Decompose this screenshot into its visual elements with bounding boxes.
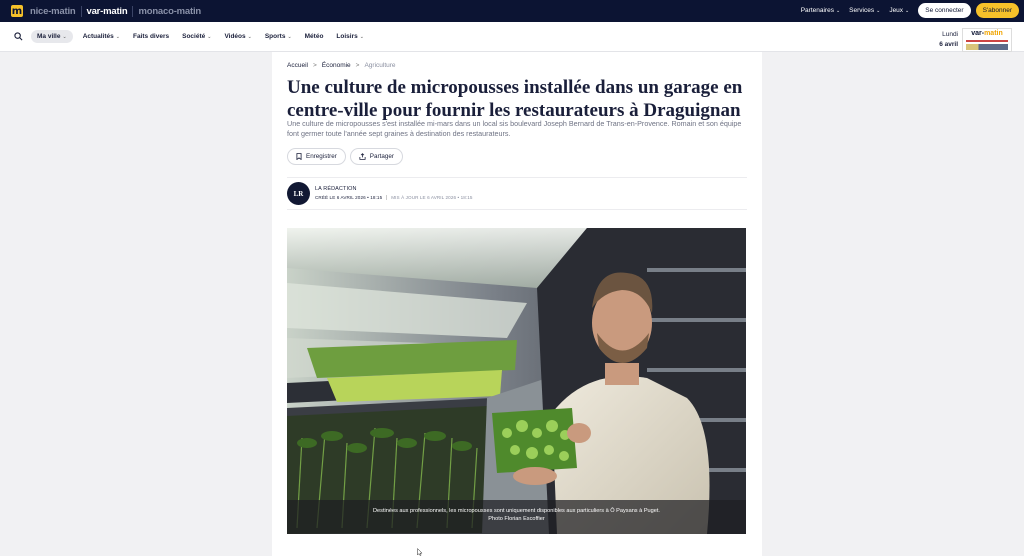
chevron-down-icon: ⌄ [247, 33, 252, 40]
breadcrumb: Accueil > Économie > Agriculture [287, 62, 396, 69]
caption-text: Destinées aux professionnels, les microp… [373, 508, 660, 514]
chevron-down-icon: ⌄ [207, 33, 212, 40]
breadcrumb-economie[interactable]: Économie [322, 62, 351, 69]
photo-caption: Destinées aux professionnels, les microp… [287, 500, 746, 534]
brand-divider [132, 5, 134, 17]
brand-divider [80, 5, 82, 17]
nav-item-loisirs[interactable]: Loisirs ⌄ [336, 33, 364, 40]
paper-headline-bar [966, 40, 1008, 42]
paper-masthead: var-matin [963, 29, 1011, 38]
nav-item-faits-divers[interactable]: Faits divers [133, 33, 169, 40]
subscribe-button[interactable]: S'abonner [975, 3, 1019, 18]
created-date: CRÉÉ LE 6 AVRIL 2026 • 18:15 [315, 195, 383, 200]
paper-image-strip [966, 44, 1008, 50]
nav-item-ma-ville[interactable]: Ma ville ⌄ [31, 30, 73, 43]
article-lede: Une culture de micropousses s'est instal… [287, 119, 742, 138]
newspaper-edition-thumbnail[interactable]: var-matin [962, 28, 1012, 52]
services-menu[interactable]: Services ⌄ [849, 7, 880, 14]
article-container: Accueil > Économie > Agriculture Une cul… [272, 52, 762, 556]
article-photo[interactable]: Destinées aux professionnels, les microp… [287, 228, 746, 534]
breadcrumb-home[interactable]: Accueil [287, 62, 308, 69]
paper-masthead-b: matin [984, 30, 1003, 37]
main-nav: Ma ville ⌄ Actualités ⌄ Faits divers Socié… [0, 22, 1024, 52]
group-logo-icon[interactable]: m [11, 5, 23, 17]
games-menu[interactable]: Jeux ⌄ [889, 7, 909, 14]
nav-label: Actualités [82, 33, 114, 40]
mouse-cursor-icon [417, 548, 423, 556]
share-label: Partager [369, 153, 394, 160]
chevron-down-icon: ⌄ [835, 7, 841, 14]
article-actions: Enregistrer Partager [287, 148, 403, 165]
chevron-down-icon: ⌄ [115, 33, 120, 40]
share-icon [359, 153, 366, 160]
article-title: Une culture de micropousses installée da… [287, 77, 743, 121]
nav-item-sports[interactable]: Sports ⌄ [265, 33, 292, 40]
bookmark-icon [296, 153, 302, 160]
updated-date: MIS À JOUR LE 6 AVRIL 2026 • 18:15 [386, 195, 472, 200]
brand-monaco-matin[interactable]: monaco-matin [138, 6, 201, 17]
nav-label: Loisirs [336, 33, 358, 40]
author-meta: CRÉÉ LE 6 AVRIL 2026 • 18:15 MIS À JOUR … [315, 195, 473, 200]
nav-label: Société [182, 33, 206, 40]
divider [287, 209, 747, 210]
breadcrumb-separator: > [312, 62, 317, 69]
nav-label: Faits divers [132, 33, 170, 40]
chevron-down-icon: ⌄ [359, 33, 364, 40]
date-full: 6 avril [939, 41, 958, 48]
save-label: Enregistrer [306, 153, 337, 160]
brand-var-matin[interactable]: var-matin [87, 6, 128, 17]
nav-label: Vidéos [224, 33, 246, 40]
services-label: Services [849, 7, 875, 14]
partners-menu[interactable]: Partenaires ⌄ [801, 7, 840, 14]
date-day: Lundi [942, 31, 958, 38]
chevron-down-icon: ⌄ [905, 7, 910, 14]
nav-items: Ma ville ⌄ Actualités ⌄ Faits divers Socié… [31, 30, 377, 43]
top-bar: m nice-matin var-matin monaco-matin Part… [0, 0, 1024, 22]
top-actions: Partenaires ⌄ Services ⌄ Jeux ⌄ Se connecte… [801, 3, 1019, 18]
breadcrumb-separator: > [355, 62, 360, 69]
chevron-down-icon: ⌄ [287, 33, 292, 40]
chevron-down-icon: ⌄ [876, 7, 881, 14]
brand-nice-matin[interactable]: nice-matin [30, 6, 76, 17]
nav-item-actualites[interactable]: Actualités ⌄ [83, 33, 120, 40]
author-avatar[interactable]: LR [287, 182, 310, 205]
paper-masthead-a: var- [971, 30, 985, 37]
partners-label: Partenaires [800, 7, 834, 14]
chevron-down-icon: ⌄ [62, 33, 67, 40]
nav-item-societe[interactable]: Société ⌄ [182, 33, 211, 40]
nav-label: Ma ville [37, 33, 61, 40]
author-name[interactable]: LA RÉDACTION [315, 186, 357, 192]
share-button[interactable]: Partager [349, 148, 403, 165]
photo-illustration [287, 228, 746, 534]
photo-credit: Photo Florian Escoffier [488, 516, 545, 522]
brand-switcher: nice-matin var-matin monaco-matin [30, 5, 201, 17]
breadcrumb-agriculture[interactable]: Agriculture [364, 62, 395, 69]
nav-item-meteo[interactable]: Météo [305, 33, 324, 40]
search-icon[interactable] [12, 31, 24, 43]
nav-label: Sports [264, 33, 286, 40]
save-button[interactable]: Enregistrer [287, 148, 346, 165]
nav-label: Météo [304, 33, 324, 40]
login-button[interactable]: Se connecter [918, 3, 971, 18]
divider [287, 177, 747, 178]
games-label: Jeux [889, 7, 904, 14]
edition-date: Lundi 6 avril [939, 30, 958, 50]
nav-item-videos[interactable]: Vidéos ⌄ [224, 33, 251, 40]
